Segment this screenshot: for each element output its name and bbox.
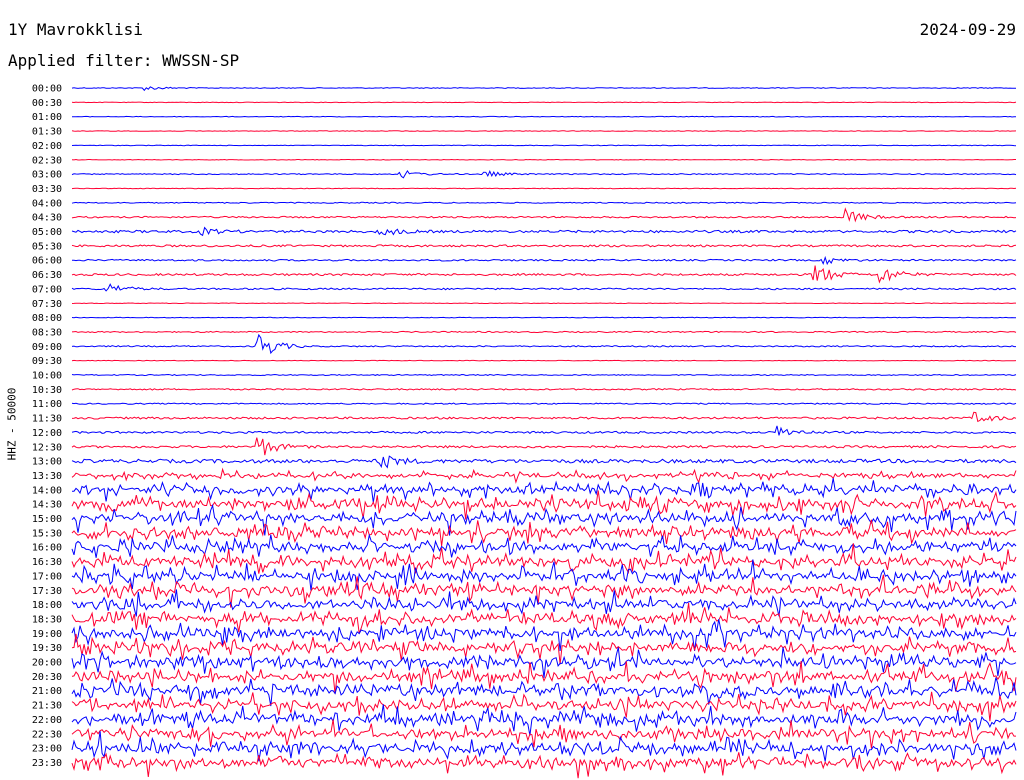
row-time-label: 08:30 bbox=[32, 327, 62, 338]
trace-line bbox=[71, 533, 1017, 558]
trace-line bbox=[71, 115, 1017, 118]
trace-line bbox=[71, 411, 1017, 423]
trace-line bbox=[71, 543, 1017, 575]
row-time-label: 00:30 bbox=[32, 98, 62, 109]
row-time-label: 22:00 bbox=[32, 715, 62, 726]
row-time-label: 17:00 bbox=[32, 571, 62, 582]
trace-line bbox=[71, 752, 1017, 779]
row-time-label: 12:30 bbox=[32, 442, 62, 453]
row-time-label: 01:30 bbox=[32, 127, 62, 138]
row-time-label: 21:30 bbox=[32, 701, 62, 712]
trace-line bbox=[71, 437, 1017, 456]
trace-line bbox=[71, 402, 1017, 405]
row-time-label: 23:00 bbox=[32, 744, 62, 755]
trace-line bbox=[71, 425, 1017, 436]
row-time-label: 21:00 bbox=[32, 686, 62, 697]
row-time-label: 14:00 bbox=[32, 485, 62, 496]
trace-line bbox=[71, 333, 1016, 355]
row-time-label: 13:00 bbox=[32, 457, 62, 468]
trace-line bbox=[71, 388, 1017, 391]
row-time-label: 03:00 bbox=[32, 170, 62, 181]
row-time-label: 15:00 bbox=[32, 514, 62, 525]
row-time-label: 17:30 bbox=[32, 586, 62, 597]
row-time-label: 10:30 bbox=[32, 385, 62, 396]
row-time-label: 11:00 bbox=[32, 399, 62, 410]
trace-line bbox=[71, 101, 1017, 104]
trace-line bbox=[71, 265, 1017, 284]
trace-line bbox=[71, 316, 1016, 319]
trace-line bbox=[71, 169, 1017, 179]
trace-line bbox=[71, 226, 1017, 237]
trace-line bbox=[71, 373, 1017, 377]
trace-line bbox=[71, 158, 1016, 161]
trace-line bbox=[71, 144, 1017, 147]
trace-line bbox=[71, 244, 1017, 248]
row-time-label: 04:30 bbox=[32, 213, 62, 224]
row-time-label: 07:30 bbox=[32, 299, 62, 310]
trace-line bbox=[71, 691, 1017, 722]
trace-line bbox=[71, 207, 1017, 223]
row-time-label: 16:30 bbox=[32, 557, 62, 568]
trace-line bbox=[72, 478, 1017, 503]
trace-line bbox=[71, 490, 1017, 520]
trace-line bbox=[71, 719, 1016, 749]
row-time-label: 04:00 bbox=[32, 198, 62, 209]
row-time-label: 18:00 bbox=[32, 600, 62, 611]
row-time-label: 11:30 bbox=[32, 414, 62, 425]
trace-line bbox=[71, 589, 1017, 617]
row-time-label: 08:00 bbox=[32, 313, 62, 324]
row-time-label: 19:30 bbox=[32, 643, 62, 654]
row-time-label: 05:00 bbox=[32, 227, 62, 238]
row-time-label: 10:00 bbox=[32, 371, 62, 382]
trace-line bbox=[71, 330, 1017, 334]
row-time-label: 16:00 bbox=[32, 543, 62, 554]
row-time-label: 09:30 bbox=[32, 356, 62, 367]
trace-line bbox=[71, 302, 1016, 305]
trace-line bbox=[71, 359, 1017, 362]
row-time-label: 01:00 bbox=[32, 112, 62, 123]
row-time-label: 02:00 bbox=[32, 141, 62, 152]
row-time-label: 14:30 bbox=[32, 500, 62, 511]
row-time-label: 07:00 bbox=[32, 284, 62, 295]
row-time-label: 15:30 bbox=[32, 528, 62, 539]
row-time-label: 05:30 bbox=[32, 241, 62, 252]
row-time-label: 20:30 bbox=[32, 672, 62, 683]
row-time-label: 06:00 bbox=[32, 256, 62, 267]
row-time-label: 03:30 bbox=[32, 184, 62, 195]
row-time-label: 02:30 bbox=[32, 155, 62, 166]
row-time-label: 12:00 bbox=[32, 428, 62, 439]
trace-line bbox=[71, 187, 1017, 190]
row-time-label: 13:30 bbox=[32, 471, 62, 482]
row-time-label: 09:00 bbox=[32, 342, 62, 353]
trace-line bbox=[71, 467, 1017, 484]
row-time-label: 18:30 bbox=[32, 614, 62, 625]
row-time-label: 06:30 bbox=[32, 270, 62, 281]
trace-line bbox=[71, 455, 1017, 469]
row-time-label: 00:00 bbox=[32, 84, 62, 95]
helicorder-plot: 00:00 00:30 01:00 01:30 02:00 02:30 03:00 03:30… bbox=[32, 84, 1017, 779]
trace-line bbox=[71, 201, 1017, 204]
row-time-label: 22:30 bbox=[32, 729, 62, 740]
row-time-label: 20:00 bbox=[32, 658, 62, 669]
row-time-label: 19:00 bbox=[32, 629, 62, 640]
trace-line bbox=[71, 130, 1017, 132]
trace-line bbox=[71, 255, 1017, 266]
trace-line bbox=[71, 86, 1017, 92]
row-time-label: 23:30 bbox=[32, 758, 62, 769]
trace-line bbox=[71, 574, 1017, 608]
trace-line bbox=[71, 283, 1017, 292]
